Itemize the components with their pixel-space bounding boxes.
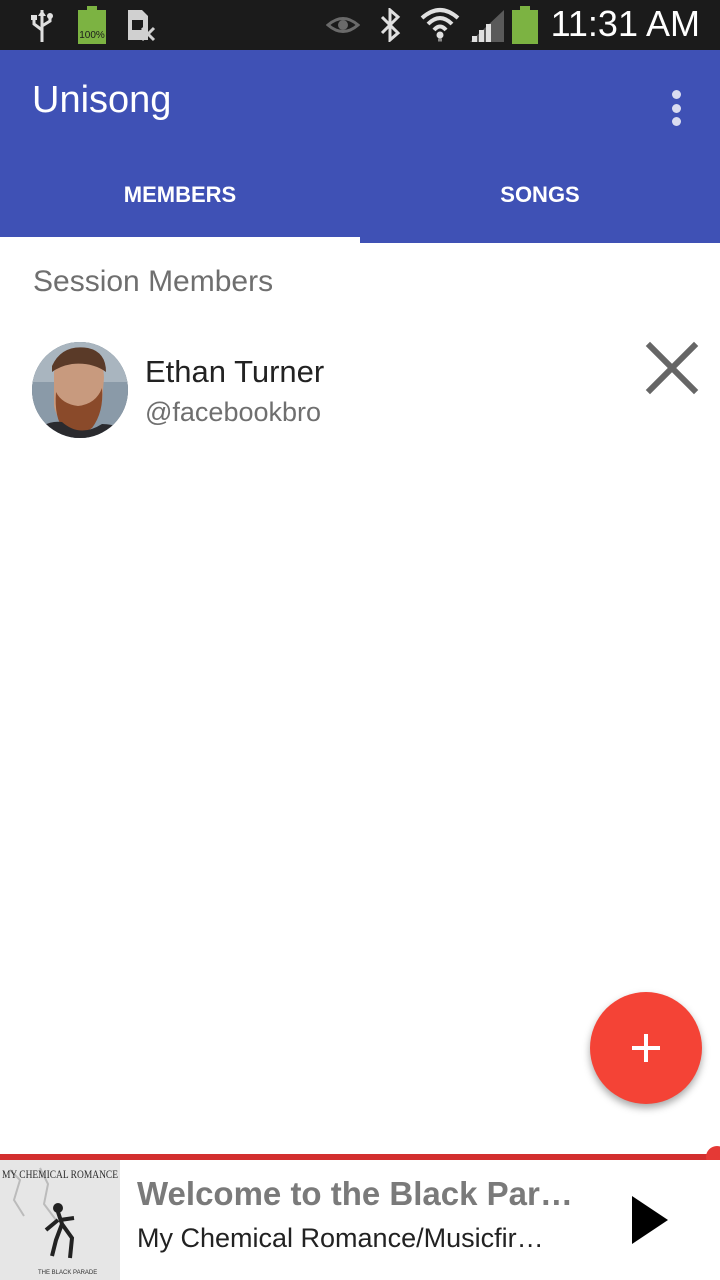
bluetooth-icon	[380, 8, 401, 42]
album-art-subtitle: THE BLACK PARADE	[38, 1270, 97, 1276]
app-title: Unisong	[32, 79, 172, 121]
tab-indicator	[0, 237, 360, 243]
close-icon[interactable]	[640, 336, 704, 400]
tab-bar: MEMBERS SONGS	[0, 150, 720, 243]
status-bar: 100% 11:31 AM	[0, 0, 720, 50]
battery-percent-label: 100%	[79, 30, 105, 41]
track-title: Welcome to the Black Par…	[137, 1175, 573, 1212]
signal-icon	[470, 10, 504, 42]
album-art-title: MY CHEMICAL ROMANCE	[2, 1167, 118, 1181]
member-name: Ethan Turner	[145, 354, 325, 389]
sim-blocked-icon	[128, 10, 156, 42]
usb-icon	[31, 10, 53, 42]
now-playing-bar[interactable]: MY CHEMICAL ROMANCE THE BLACK PARADE Wel…	[0, 1160, 720, 1280]
wifi-icon	[420, 8, 460, 42]
app-bar: Unisong MEMBERS SONGS	[0, 50, 720, 243]
status-time: 11:31 AM	[550, 3, 700, 44]
avatar	[32, 342, 128, 438]
eye-icon	[326, 17, 360, 33]
add-icon	[632, 1034, 660, 1062]
tab-songs[interactable]: SONGS	[360, 150, 720, 243]
member-handle: @facebookbro	[145, 397, 322, 427]
overflow-menu-icon[interactable]	[660, 88, 692, 128]
tab-members[interactable]: MEMBERS	[0, 150, 360, 243]
album-art: MY CHEMICAL ROMANCE THE BLACK PARADE	[0, 1160, 120, 1280]
play-icon[interactable]	[620, 1190, 680, 1250]
track-artist: My Chemical Romance/Musicfir…	[137, 1223, 544, 1253]
battery-icon	[512, 6, 538, 44]
battery-full-icon: 100%	[78, 6, 106, 44]
section-title: Session Members	[33, 265, 274, 298]
add-member-button[interactable]	[590, 992, 702, 1104]
list-item[interactable]: Ethan Turner @facebookbro	[0, 332, 720, 452]
